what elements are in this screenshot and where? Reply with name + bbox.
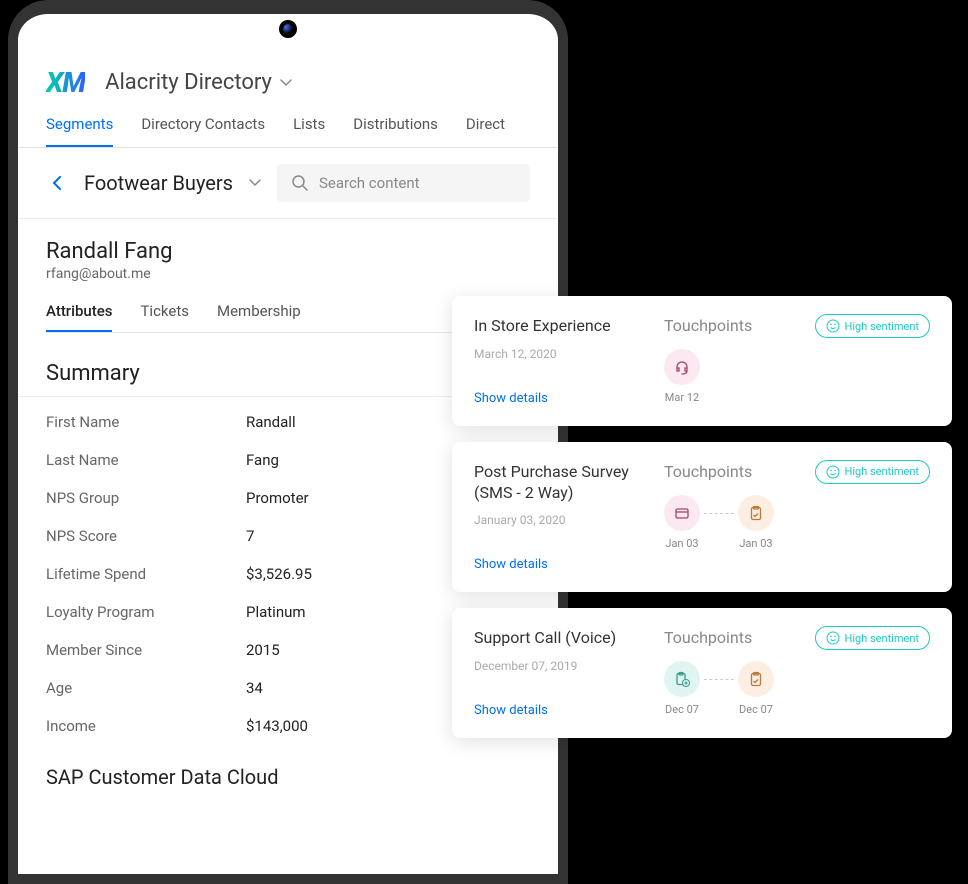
headset-icon [664, 349, 700, 385]
tab-directory-contacts[interactable]: Directory Contacts [141, 115, 265, 147]
touchpoint-card: Post Purchase Survey (SMS - 2 Way) Janua… [452, 442, 952, 593]
attr-label: Last Name [46, 451, 246, 469]
tab-directory[interactable]: Direct [466, 115, 505, 147]
card-date: January 03, 2020 [474, 513, 664, 527]
tab-segments[interactable]: Segments [46, 115, 113, 147]
attr-label: First Name [46, 413, 246, 431]
card-title: Post Purchase Survey (SMS - 2 Way) [474, 462, 664, 504]
show-details-link[interactable]: Show details [474, 557, 664, 572]
subtab-tickets[interactable]: Tickets [140, 302, 189, 332]
card-left: Support Call (Voice) December 07, 2019 S… [474, 628, 664, 718]
connector-line [704, 679, 734, 680]
show-details-link[interactable]: Show details [474, 703, 664, 718]
show-details-link[interactable]: Show details [474, 391, 664, 406]
smile-icon [826, 631, 840, 645]
touchpoint-date: Dec 07 [665, 703, 699, 716]
touchpoint-item[interactable]: Dec 07 [664, 661, 700, 716]
attr-label: Income [46, 717, 246, 735]
attr-value: 2015 [246, 641, 280, 659]
smile-icon [826, 319, 840, 333]
main-tabs: Segments Directory Contacts Lists Distri… [18, 115, 558, 148]
chevron-down-icon [249, 179, 261, 187]
chevron-down-icon [280, 79, 292, 87]
tab-distributions[interactable]: Distributions [353, 115, 438, 147]
subtab-attributes[interactable]: Attributes [46, 302, 112, 332]
directory-name-text: Alacrity Directory [105, 70, 272, 95]
attr-label: NPS Score [46, 527, 246, 545]
attr-label: Lifetime Spend [46, 565, 246, 583]
attr-value: $3,526.95 [246, 565, 312, 583]
touchpoint-item[interactable]: Jan 03 [664, 495, 700, 550]
touchpoint-cards: In Store Experience March 12, 2020 Show … [452, 296, 952, 738]
camera-dot [279, 20, 297, 38]
clipboard-icon [738, 495, 774, 531]
touchpoint-item[interactable]: Mar 12 [664, 349, 700, 404]
card-left: Post Purchase Survey (SMS - 2 Way) Janua… [474, 462, 664, 573]
contact-email: rfang@about.me [46, 266, 530, 282]
touchpoint-date: Dec 07 [739, 703, 773, 716]
clipboard-icon [738, 661, 774, 697]
touchpoint-date: Mar 12 [665, 391, 699, 404]
segment-name-text: Footwear Buyers [84, 171, 233, 195]
attr-value: $143,000 [246, 717, 308, 735]
attr-value: Promoter [246, 489, 309, 507]
attr-value: Randall [246, 413, 296, 431]
card-left: In Store Experience March 12, 2020 Show … [474, 316, 664, 406]
touchpoint-card: In Store Experience March 12, 2020 Show … [452, 296, 952, 426]
attr-value: Fang [246, 451, 279, 469]
card-date: March 12, 2020 [474, 347, 664, 361]
sentiment-text: High sentiment [845, 465, 920, 478]
segment-bar: Footwear Buyers Search content [18, 148, 558, 219]
sentiment-text: High sentiment [845, 632, 920, 645]
search-placeholder: Search content [319, 174, 420, 192]
card-right: Touchpoints High sentiment Mar 12 [664, 316, 930, 406]
smile-icon [826, 465, 840, 479]
attr-label: Age [46, 679, 246, 697]
attr-label: Member Since [46, 641, 246, 659]
subtab-membership[interactable]: Membership [217, 302, 301, 332]
attr-value: 34 [246, 679, 263, 697]
card-right: Touchpoints High sentiment Jan 03 Ja [664, 462, 930, 573]
search-input[interactable]: Search content [277, 164, 530, 202]
app-header: XM Alacrity Directory [18, 54, 558, 115]
card-right: Touchpoints High sentiment Dec 07 De [664, 628, 930, 718]
touchpoint-card: Support Call (Voice) December 07, 2019 S… [452, 608, 952, 738]
attr-value: 7 [246, 527, 254, 545]
segment-dropdown[interactable]: Footwear Buyers [84, 171, 261, 195]
back-button[interactable] [46, 170, 68, 196]
attr-value: Platinum [246, 603, 306, 621]
card-icon [664, 495, 700, 531]
card-title: Support Call (Voice) [474, 628, 664, 649]
attr-label: NPS Group [46, 489, 246, 507]
touchpoint-item[interactable]: Dec 07 [738, 661, 774, 716]
sentiment-text: High sentiment [845, 320, 920, 333]
attr-label: Loyalty Program [46, 603, 246, 621]
touchpoints-row: Dec 07 Dec 07 [664, 661, 930, 716]
section-sap-title: SAP Customer Data Cloud [18, 745, 558, 789]
sentiment-badge: High sentiment [815, 314, 931, 338]
card-title: In Store Experience [474, 316, 664, 337]
contact-name: Randall Fang [46, 239, 530, 264]
card-date: December 07, 2019 [474, 659, 664, 673]
touchpoint-date: Jan 03 [665, 537, 698, 550]
touchpoints-row: Jan 03 Jan 03 [664, 495, 930, 550]
directory-dropdown[interactable]: Alacrity Directory [105, 70, 292, 95]
connector-line [704, 513, 734, 514]
clipboard-plus-icon [664, 661, 700, 697]
touchpoint-date: Jan 03 [739, 537, 772, 550]
sentiment-badge: High sentiment [815, 460, 931, 484]
touchpoints-row: Mar 12 [664, 349, 930, 404]
tab-lists[interactable]: Lists [293, 115, 325, 147]
logo: XM [46, 66, 85, 99]
sentiment-badge: High sentiment [815, 626, 931, 650]
chevron-left-icon [52, 176, 62, 190]
search-icon [291, 174, 309, 192]
touchpoint-item[interactable]: Jan 03 [738, 495, 774, 550]
